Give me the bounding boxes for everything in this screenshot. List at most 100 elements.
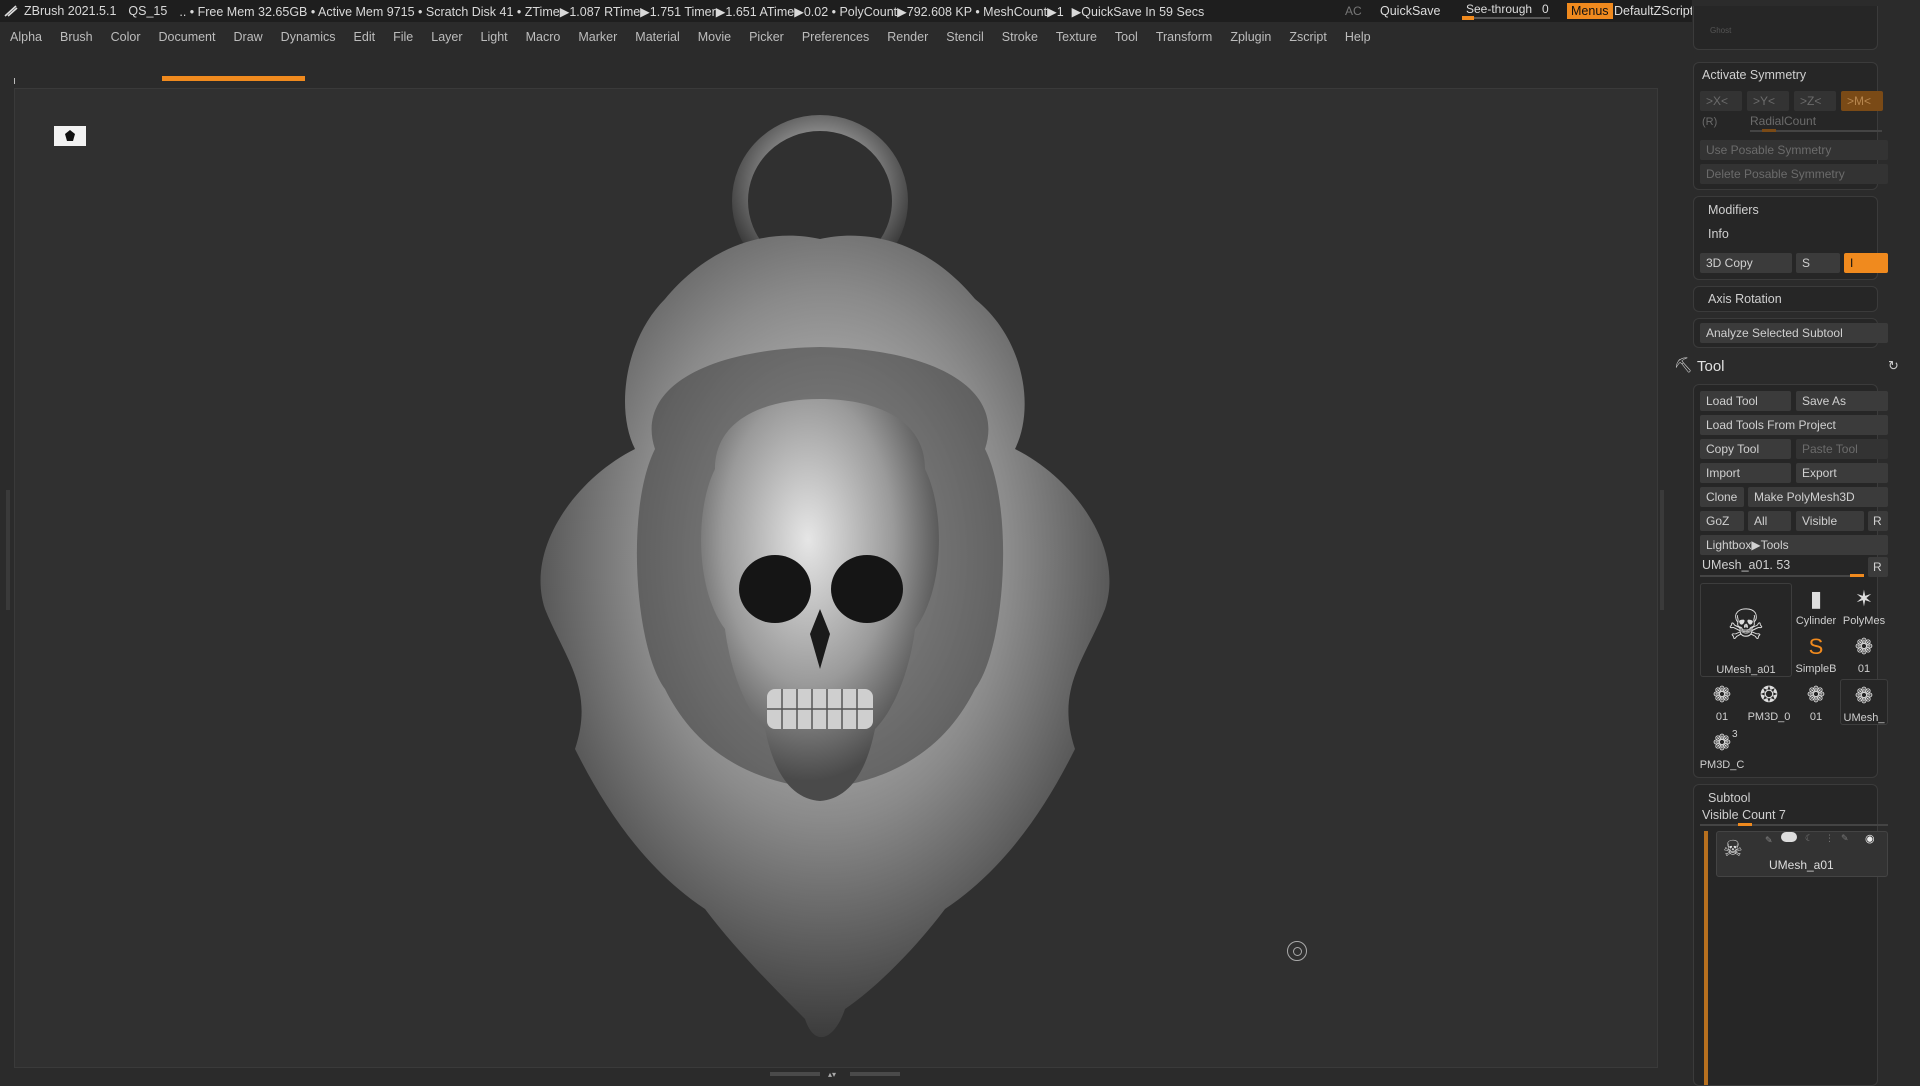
goz-all-button[interactable]: All [1748, 511, 1791, 531]
goz-visible-button[interactable]: Visible [1796, 511, 1864, 531]
tool-reset-icon[interactable]: ↻ [1888, 358, 1899, 374]
info-label[interactable]: Info [1708, 227, 1729, 241]
subtool-toggle-icon[interactable] [1781, 832, 1797, 842]
menu-preferences[interactable]: Preferences [802, 30, 869, 44]
lightbox-tools-button[interactable]: Lightbox▶Tools [1700, 535, 1888, 555]
menu-tool[interactable]: Tool [1115, 30, 1138, 44]
menu-material[interactable]: Material [635, 30, 679, 44]
menu-brush[interactable]: Brush [60, 30, 93, 44]
zbrush-logo-icon [4, 4, 18, 18]
subtool-eye-icon[interactable]: ◉ [1865, 832, 1875, 845]
menu-transform[interactable]: Transform [1156, 30, 1213, 44]
menu-draw[interactable]: Draw [234, 30, 263, 44]
see-through-slider[interactable]: See-through 0 [1460, 0, 1552, 22]
menu-picker[interactable]: Picker [749, 30, 784, 44]
subtool-lock-icon[interactable]: ⋮ [1825, 833, 1834, 844]
thumb-count-label: 3 [1732, 729, 1738, 740]
ghost-label[interactable]: Ghost [1710, 26, 1731, 35]
save-as-button[interactable]: Save As [1796, 391, 1888, 411]
menu-marker[interactable]: Marker [578, 30, 617, 44]
tool-thumb-01-b[interactable]: ❁ 01 [1700, 679, 1744, 723]
3d-copy-button[interactable]: 3D Copy [1700, 253, 1792, 273]
i-button[interactable]: I [1844, 253, 1888, 273]
main-menu-bar: Alpha Brush Color Document Draw Dynamics Edit F… [0, 24, 1680, 50]
tool-thumb-cylinder[interactable]: ▮ Cylinder [1794, 583, 1838, 627]
tool-thumb-polymesh[interactable]: ✶ PolyMes [1840, 583, 1888, 627]
tray-arrow-icon[interactable]: ▴▾ [828, 1070, 836, 1079]
bottom-tray-handle[interactable]: ▴▾ [770, 1070, 900, 1079]
menu-color[interactable]: Color [111, 30, 141, 44]
symmetry-y-button[interactable]: >Y< [1747, 91, 1789, 111]
quicksave-timer: ▶QuickSave In 59 Secs [1071, 4, 1205, 19]
s-button[interactable]: S [1796, 253, 1840, 273]
menu-file[interactable]: File [393, 30, 413, 44]
menu-layer[interactable]: Layer [431, 30, 462, 44]
use-posable-symmetry-button[interactable]: Use Posable Symmetry [1700, 140, 1888, 160]
radial-count-slider[interactable]: RadialCount [1750, 114, 1816, 128]
menus-toggle[interactable]: Menus [1567, 0, 1613, 22]
menu-render[interactable]: Render [887, 30, 928, 44]
delete-posable-symmetry-button[interactable]: Delete Posable Symmetry [1700, 164, 1888, 184]
menu-stroke[interactable]: Stroke [1002, 30, 1038, 44]
tool-thumb-simplebrush[interactable]: S SimpleB [1794, 631, 1838, 675]
menu-zplugin[interactable]: Zplugin [1230, 30, 1271, 44]
mem-stats: .. • Free Mem 32.65GB • Active Mem 9715 … [179, 4, 1064, 19]
goz-r-button[interactable]: R [1868, 511, 1888, 531]
export-button[interactable]: Export [1796, 463, 1888, 483]
menu-macro[interactable]: Macro [526, 30, 561, 44]
tool-thumb-umesh-a01[interactable]: ☠ UMesh_a01 [1700, 583, 1792, 677]
clone-button[interactable]: Clone [1700, 487, 1744, 507]
subtool-title[interactable]: Subtool [1708, 791, 1750, 805]
skull-pendant-model[interactable] [15, 89, 1657, 1067]
tool-pin-icon[interactable]: ⛏ [1674, 356, 1693, 374]
menu-edit[interactable]: Edit [354, 30, 376, 44]
menu-alpha[interactable]: Alpha [10, 30, 42, 44]
current-tool-slider[interactable]: UMesh_a01. 53 [1702, 558, 1790, 572]
paste-tool-button[interactable]: Paste Tool [1796, 439, 1888, 459]
quicksave-button[interactable]: QuickSave [1380, 0, 1440, 22]
goz-button[interactable]: GoZ [1700, 511, 1744, 531]
analyze-selected-subtool-button[interactable]: Analyze Selected Subtool [1700, 323, 1888, 343]
symmetry-x-button[interactable]: >X< [1700, 91, 1742, 111]
cylinder-icon: ▮ [1809, 586, 1823, 611]
load-tool-button[interactable]: Load Tool [1700, 391, 1791, 411]
subtool-scrollbar[interactable] [1704, 831, 1708, 1085]
menu-movie[interactable]: Movie [698, 30, 731, 44]
default-zscript-button[interactable]: DefaultZScript [1614, 0, 1693, 22]
canvas-viewport[interactable] [14, 88, 1658, 1068]
menu-zscript[interactable]: Zscript [1289, 30, 1327, 44]
tool-panel-title[interactable]: Tool [1697, 358, 1725, 375]
menu-dynamics[interactable]: Dynamics [281, 30, 336, 44]
subtool-item-umesh-a01[interactable]: ☠ ✎ ☾ ⋮ ✎ ◉ UMesh_a01 [1716, 831, 1888, 877]
tool-box: Load Tool Save As Load Tools From Projec… [1693, 384, 1888, 778]
menu-document[interactable]: Document [159, 30, 216, 44]
make-polymesh3d-button[interactable]: Make PolyMesh3D [1748, 487, 1888, 507]
import-button[interactable]: Import [1700, 463, 1791, 483]
modifiers-label[interactable]: Modifiers [1708, 203, 1759, 217]
tool-thumb-umesh[interactable]: ❁ UMesh_ [1840, 679, 1888, 725]
menu-help[interactable]: Help [1345, 30, 1371, 44]
subtool-moon-icon[interactable]: ☾ [1805, 833, 1813, 844]
project-name: QS_15 [128, 4, 168, 18]
subtool-edit-icon[interactable]: ✎ [1841, 833, 1849, 844]
tool-thumb-01-c[interactable]: ❁ 01 [1794, 679, 1838, 723]
subtool-brush-icon[interactable]: ✎ [1765, 835, 1773, 846]
symmetry-z-button[interactable]: >Z< [1794, 91, 1836, 111]
activate-symmetry-label[interactable]: Activate Symmetry [1702, 68, 1806, 82]
axis-rotation-label[interactable]: Axis Rotation [1708, 292, 1782, 306]
tool-thumb-01-a[interactable]: ❁ 01 [1840, 631, 1888, 675]
left-tray-handle[interactable] [6, 490, 10, 610]
tool-thumb-pm3d-0[interactable]: ❂ PM3D_0 [1746, 679, 1792, 723]
radial-r-label[interactable]: (R) [1702, 116, 1717, 128]
symmetry-box: Activate Symmetry >X< >Y< >Z< >M< (R) Ra… [1693, 62, 1888, 190]
menu-stencil[interactable]: Stencil [946, 30, 984, 44]
visible-count-slider[interactable]: Visible Count 7 [1702, 808, 1786, 822]
menu-light[interactable]: Light [481, 30, 508, 44]
current-tool-r-button[interactable]: R [1868, 557, 1888, 577]
load-tools-from-project-button[interactable]: Load Tools From Project [1700, 415, 1888, 435]
menu-texture[interactable]: Texture [1056, 30, 1097, 44]
right-tray-handle[interactable] [1660, 490, 1664, 610]
pivot-target-icon[interactable] [1287, 941, 1307, 961]
symmetry-m-button[interactable]: >M< [1841, 91, 1883, 111]
copy-tool-button[interactable]: Copy Tool [1700, 439, 1791, 459]
